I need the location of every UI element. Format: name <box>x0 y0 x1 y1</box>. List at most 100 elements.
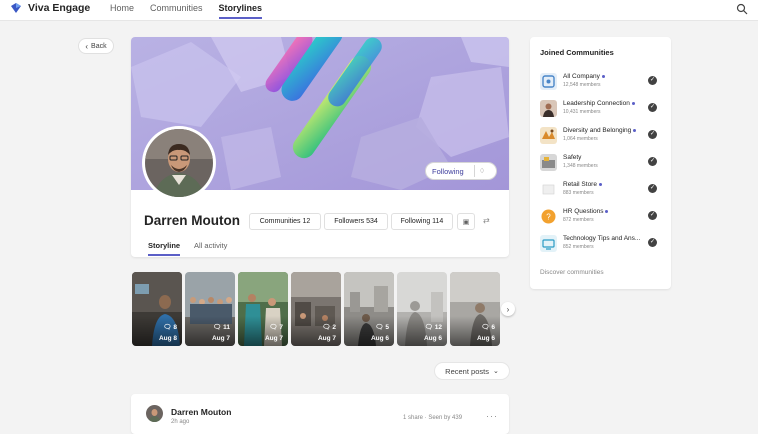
post-timestamp: 2h ago <box>171 419 190 425</box>
tab-all-activity[interactable]: All activity <box>194 241 227 250</box>
sort-dropdown[interactable]: Recent posts ⌄ <box>434 362 510 380</box>
more-options-icon[interactable]: ··· <box>486 411 498 421</box>
member-count: 10,431 members <box>563 109 601 115</box>
thumbnail-date: Aug 7 <box>211 335 230 342</box>
profile-name: Darren Mouton <box>144 213 240 228</box>
media-thumbnail[interactable]: 🗨 7 Aug 7 <box>238 272 288 346</box>
comment-count: 🗨 2 <box>322 324 336 331</box>
following-label: Following <box>432 166 464 176</box>
checkmark-icon: ✓ <box>648 184 657 193</box>
checkmark-icon: ✓ <box>648 76 657 85</box>
comment-count: 🗨 5 <box>375 324 389 331</box>
nav-storylines[interactable]: Storylines <box>218 0 262 20</box>
checkmark-icon: ✓ <box>648 238 657 247</box>
member-count: 12,548 members <box>563 82 601 88</box>
unread-dot <box>633 128 637 132</box>
thumbnail-date: Aug 6 <box>423 335 442 342</box>
community-item[interactable]: Safety 1,348 members ✓ <box>540 153 664 173</box>
post-card: Darren Mouton 2h ago 1 share · Seen by 4… <box>131 394 509 434</box>
thumbnail-date: Aug 6 <box>476 335 495 342</box>
app-name: Viva Engage <box>28 2 91 14</box>
comment-count: 🗨 7 <box>269 324 283 331</box>
member-count: 1,064 members <box>563 136 598 142</box>
avatar <box>142 126 216 200</box>
member-count: 852 members <box>563 244 594 250</box>
chevron-right-icon[interactable]: › <box>501 302 515 316</box>
panel-title: Joined Communities <box>540 48 614 57</box>
community-item[interactable]: Diversity and Belonging 1,064 members ✓ <box>540 126 664 146</box>
community-item[interactable]: ? HR Questions 872 members ✓ <box>540 207 664 227</box>
community-logo <box>540 127 557 144</box>
main-nav: Home Communities Storylines <box>110 0 278 20</box>
media-thumbnail[interactable]: 🗨 5 Aug 6 <box>344 272 394 346</box>
member-count: 883 members <box>563 190 594 196</box>
author-photo <box>146 405 163 422</box>
media-thumbnail[interactable]: 🗨 6 Aug 6 <box>450 272 500 346</box>
community-item[interactable]: Leadership Connection 10,431 members ✓ <box>540 99 664 119</box>
joined-communities-panel: Joined Communities All Company 12,548 me… <box>530 37 671 289</box>
community-name: All Company <box>563 73 649 80</box>
search-icon[interactable] <box>736 3 748 15</box>
comment-count: 🗨 12 <box>424 324 442 331</box>
media-thumbnail[interactable]: 🗨 2 Aug 7 <box>291 272 341 346</box>
media-thumbnail[interactable]: 🗨 11 Aug 7 <box>185 272 235 346</box>
checkmark-icon: ✓ <box>648 211 657 220</box>
top-bar: Viva Engage Home Communities Storylines <box>0 0 758 21</box>
chevron-left-icon: ‹ <box>85 41 89 51</box>
tab-storyline[interactable]: Storyline <box>148 241 181 256</box>
notification-settings-icon[interactable]: ♢ <box>475 167 489 175</box>
profile-card: Following ♢ Darren Mouton Communities 12… <box>131 37 509 257</box>
comment-count: 🗨 6 <box>481 324 495 331</box>
nav-home[interactable]: Home <box>110 0 134 20</box>
communities-count-button[interactable]: Communities 12 <box>249 213 321 230</box>
nav-communities[interactable]: Communities <box>150 0 203 20</box>
post-author[interactable]: Darren Mouton <box>171 407 231 417</box>
share-icon[interactable]: ⇄ <box>483 216 490 225</box>
unread-dot <box>598 182 602 186</box>
community-logo: ? <box>540 208 557 225</box>
community-logo <box>540 235 557 252</box>
comment-count: 🗨 11 <box>213 324 230 331</box>
community-name: Leadership Connection <box>563 100 649 107</box>
thumbnail-date: Aug 8 <box>158 335 177 342</box>
discover-communities-link[interactable]: Discover communities <box>540 269 604 276</box>
svg-text:?: ? <box>546 213 551 222</box>
brand[interactable]: Viva Engage <box>10 0 90 16</box>
thumbnail-date: Aug 7 <box>264 335 283 342</box>
member-count: 872 members <box>563 217 594 223</box>
media-thumbnail[interactable]: 🗨 12 Aug 6 <box>397 272 447 346</box>
profile-photo <box>145 129 213 197</box>
checkmark-icon: ✓ <box>648 157 657 166</box>
community-logo <box>540 100 557 117</box>
community-name: HR Questions <box>563 208 649 215</box>
contact-card-icon[interactable]: ▣ <box>457 213 475 230</box>
community-logo <box>540 73 557 90</box>
following-count-button[interactable]: Following 114 <box>391 213 453 230</box>
thumbnail-date: Aug 6 <box>370 335 389 342</box>
community-item[interactable]: Retail Store 883 members ✓ <box>540 180 664 200</box>
member-count: 1,348 members <box>563 163 598 169</box>
community-item[interactable]: All Company 12,548 members ✓ <box>540 72 664 92</box>
comment-count: 🗨 8 <box>163 324 177 331</box>
community-logo <box>540 181 557 198</box>
community-item[interactable]: Technology Tips and Ans... 852 members ✓ <box>540 234 664 254</box>
checkmark-icon: ✓ <box>648 130 657 139</box>
community-name: Diversity and Belonging <box>563 127 649 134</box>
unread-dot <box>631 101 635 105</box>
chevron-down-icon: ⌄ <box>492 368 499 375</box>
back-button[interactable]: ‹ Back <box>78 38 114 54</box>
media-thumbnail[interactable]: 🗨 8 Aug 8 <box>132 272 182 346</box>
sort-label: Recent posts <box>445 366 489 376</box>
followers-count-button[interactable]: Followers 534 <box>324 213 388 230</box>
unread-dot <box>601 74 605 78</box>
unread-dot <box>605 209 609 213</box>
thumbnail-date: Aug 7 <box>317 335 336 342</box>
following-button[interactable]: Following ♢ <box>425 162 497 180</box>
post-stats: 1 share · Seen by 439 <box>403 415 463 421</box>
checkmark-icon: ✓ <box>648 103 657 112</box>
community-name: Retail Store <box>563 181 649 188</box>
back-label: Back <box>91 42 107 50</box>
avatar[interactable] <box>146 405 163 422</box>
viva-engage-logo-icon <box>11 3 21 13</box>
community-logo <box>540 154 557 171</box>
